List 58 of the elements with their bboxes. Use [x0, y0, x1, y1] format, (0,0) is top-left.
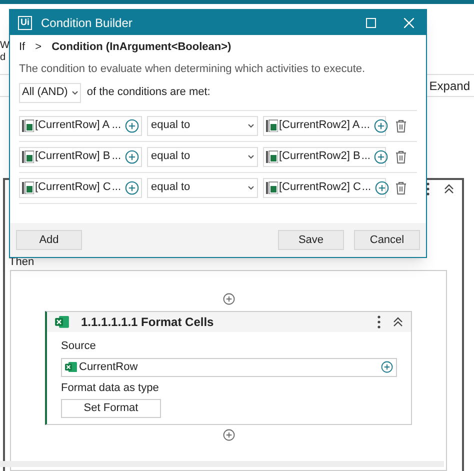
breadcrumb-item: If: [19, 40, 26, 55]
trash-icon[interactable]: [395, 180, 407, 194]
add-icon[interactable]: [125, 118, 139, 132]
right-operand-field[interactable]: [CurrentRow2] A...: [263, 116, 386, 136]
spreadsheet-icon: [22, 150, 34, 163]
close-icon[interactable]: [404, 18, 414, 28]
left-operand-field[interactable]: [CurrentRow] C...: [19, 178, 142, 198]
breadcrumb-item: Condition (InArgument<Boolean>): [52, 40, 232, 55]
description: The condition to evaluate when determining which activities to execute.: [18, 62, 366, 77]
activity-title: 1.1.1.1.1.1 Format Cells: [81, 314, 215, 331]
maximize-icon[interactable]: [366, 18, 376, 28]
excel-icon: [55, 316, 69, 328]
more-icon[interactable]: [426, 182, 430, 196]
operator-dropdown[interactable]: equal to: [147, 116, 258, 136]
app-logo: Ui: [18, 16, 32, 30]
add-icon[interactable]: [374, 118, 388, 132]
source-field[interactable]: CurrentRow: [61, 358, 397, 376]
cut-text: d: [0, 52, 6, 64]
trash-icon[interactable]: [395, 118, 407, 132]
cancel-button[interactable]: Cancel: [354, 230, 420, 250]
cut-text: W: [0, 40, 10, 52]
excel-icon: [65, 362, 77, 372]
expand-button[interactable]: Expand: [429, 76, 470, 94]
spreadsheet-icon: [22, 181, 34, 194]
more-icon[interactable]: [377, 315, 381, 329]
dialog-title: Condition Builder: [41, 14, 134, 32]
add-icon[interactable]: [375, 180, 390, 194]
spreadsheet-icon: [22, 119, 34, 132]
spreadsheet-icon: [266, 181, 278, 194]
chevron-icon: [248, 186, 254, 190]
left-operand-field[interactable]: [CurrentRow] B...: [19, 146, 142, 166]
collapse-icon[interactable]: [393, 317, 403, 327]
set-format-button[interactable]: Set Format: [61, 399, 161, 418]
add-icon[interactable]: [125, 150, 139, 164]
operator-dropdown[interactable]: equal to: [147, 178, 258, 198]
chevron-icon: [248, 154, 254, 158]
add-icon[interactable]: [374, 150, 388, 164]
spreadsheet-icon: [266, 119, 278, 132]
format-label: Format data as type: [61, 380, 160, 396]
left-operand-field[interactable]: [CurrentRow] A ...: [19, 116, 142, 136]
add-icon[interactable]: [222, 293, 234, 305]
chevron-icon: [248, 124, 254, 128]
quantifier-text: of the conditions are met:: [86, 85, 210, 100]
right-operand-field[interactable]: [CurrentRow2] C...: [263, 178, 386, 198]
save-button[interactable]: Save: [278, 230, 344, 250]
add-icon[interactable]: [381, 361, 393, 373]
operator-dropdown[interactable]: equal to: [147, 146, 258, 166]
breadcrumb-item: >: [35, 40, 42, 55]
trash-icon[interactable]: [395, 150, 407, 164]
chevron-icon: [72, 90, 78, 94]
quantifier-dropdown[interactable]: All (AND): [19, 82, 81, 102]
spreadsheet-icon: [266, 150, 278, 163]
add-button[interactable]: Add: [16, 230, 82, 250]
add-icon[interactable]: [125, 180, 139, 194]
source-label: Source: [61, 339, 97, 354]
collapse-icon[interactable]: [444, 184, 454, 194]
add-icon[interactable]: [222, 429, 234, 441]
right-operand-field[interactable]: [CurrentRow2] B...: [263, 146, 386, 166]
